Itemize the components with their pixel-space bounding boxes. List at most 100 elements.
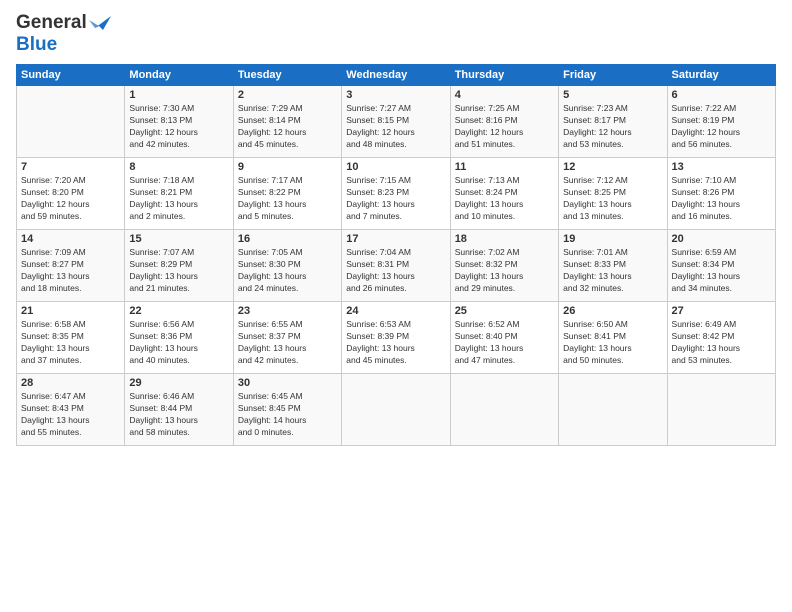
day-of-week-header: Thursday — [450, 65, 558, 86]
day-number: 7 — [21, 161, 120, 173]
calendar-week-row: 21 Sunrise: 6:58 AM Sunset: 8:35 PM Dayli… — [17, 302, 776, 374]
day-number: 27 — [672, 305, 771, 317]
day-info: Sunrise: 7:07 AM Sunset: 8:29 PM Dayligh… — [129, 247, 228, 295]
calendar-week-row: 7 Sunrise: 7:20 AM Sunset: 8:20 PM Daylig… — [17, 158, 776, 230]
calendar-cell: 29 Sunrise: 6:46 AM Sunset: 8:44 PM Dayli… — [125, 374, 233, 446]
day-number: 16 — [238, 233, 337, 245]
day-info: Sunrise: 6:52 AM Sunset: 8:40 PM Dayligh… — [455, 319, 554, 367]
calendar-cell: 20 Sunrise: 6:59 AM Sunset: 8:34 PM Dayli… — [667, 230, 775, 302]
calendar-cell: 8 Sunrise: 7:18 AM Sunset: 8:21 PM Daylig… — [125, 158, 233, 230]
calendar-cell: 11 Sunrise: 7:13 AM Sunset: 8:24 PM Dayli… — [450, 158, 558, 230]
day-of-week-header: Saturday — [667, 65, 775, 86]
day-info: Sunrise: 6:53 AM Sunset: 8:39 PM Dayligh… — [346, 319, 445, 367]
calendar-cell: 4 Sunrise: 7:25 AM Sunset: 8:16 PM Daylig… — [450, 86, 558, 158]
day-of-week-header: Wednesday — [342, 65, 450, 86]
calendar-cell: 2 Sunrise: 7:29 AM Sunset: 8:14 PM Daylig… — [233, 86, 341, 158]
calendar-page: General Blue SundayMondayTuesdayWednesda… — [0, 0, 792, 612]
day-number: 2 — [238, 89, 337, 101]
day-number: 12 — [563, 161, 662, 173]
day-number: 10 — [346, 161, 445, 173]
day-info: Sunrise: 7:29 AM Sunset: 8:14 PM Dayligh… — [238, 103, 337, 151]
calendar-cell: 9Sunrise: 7:17 AM Sunset: 8:22 PM Daylig… — [233, 158, 341, 230]
day-info: Sunrise: 6:56 AM Sunset: 8:36 PM Dayligh… — [129, 319, 228, 367]
calendar-cell — [342, 374, 450, 446]
header: General Blue — [16, 12, 776, 56]
calendar-cell — [17, 86, 125, 158]
calendar-cell: 22Sunrise: 6:56 AM Sunset: 8:36 PM Dayli… — [125, 302, 233, 374]
calendar-header-row: SundayMondayTuesdayWednesdayThursdayFrid… — [17, 65, 776, 86]
calendar-cell: 27 Sunrise: 6:49 AM Sunset: 8:42 PM Dayli… — [667, 302, 775, 374]
calendar-week-row: 1Sunrise: 7:30 AM Sunset: 8:13 PM Daylig… — [17, 86, 776, 158]
day-info: Sunrise: 7:05 AM Sunset: 8:30 PM Dayligh… — [238, 247, 337, 295]
day-of-week-header: Tuesday — [233, 65, 341, 86]
day-number: 25 — [455, 305, 554, 317]
day-number: 28 — [21, 377, 120, 389]
calendar-cell: 10 Sunrise: 7:15 AM Sunset: 8:23 PM Dayli… — [342, 158, 450, 230]
calendar-cell: 5 Sunrise: 7:23 AM Sunset: 8:17 PM Daylig… — [559, 86, 667, 158]
day-number: 9 — [238, 161, 337, 173]
calendar-cell: 16 Sunrise: 7:05 AM Sunset: 8:30 PM Dayli… — [233, 230, 341, 302]
calendar-cell: 15 Sunrise: 7:07 AM Sunset: 8:29 PM Dayli… — [125, 230, 233, 302]
day-info: Sunrise: 7:04 AM Sunset: 8:31 PM Dayligh… — [346, 247, 445, 295]
day-info: Sunrise: 6:46 AM Sunset: 8:44 PM Dayligh… — [129, 391, 228, 439]
day-info: Sunrise: 6:49 AM Sunset: 8:42 PM Dayligh… — [672, 319, 771, 367]
day-number: 11 — [455, 161, 554, 173]
day-of-week-header: Monday — [125, 65, 233, 86]
calendar-week-row: 28 Sunrise: 6:47 AM Sunset: 8:43 PM Dayli… — [17, 374, 776, 446]
calendar-cell: 23 Sunrise: 6:55 AM Sunset: 8:37 PM Dayli… — [233, 302, 341, 374]
day-number: 3 — [346, 89, 445, 101]
day-info: Sunrise: 7:27 AM Sunset: 8:15 PM Dayligh… — [346, 103, 445, 151]
calendar-cell: 24 Sunrise: 6:53 AM Sunset: 8:39 PM Dayli… — [342, 302, 450, 374]
day-info: Sunrise: 7:20 AM Sunset: 8:20 PM Dayligh… — [21, 175, 120, 223]
calendar-cell: 7 Sunrise: 7:20 AM Sunset: 8:20 PM Daylig… — [17, 158, 125, 230]
calendar-cell: 21 Sunrise: 6:58 AM Sunset: 8:35 PM Dayli… — [17, 302, 125, 374]
day-info: Sunrise: 7:15 AM Sunset: 8:23 PM Dayligh… — [346, 175, 445, 223]
calendar-cell: 3 Sunrise: 7:27 AM Sunset: 8:15 PM Daylig… — [342, 86, 450, 158]
day-info: Sunrise: 6:47 AM Sunset: 8:43 PM Dayligh… — [21, 391, 120, 439]
calendar-cell: 13Sunrise: 7:10 AM Sunset: 8:26 PM Dayli… — [667, 158, 775, 230]
day-number: 6 — [672, 89, 771, 101]
day-number: 15 — [129, 233, 228, 245]
day-info: Sunrise: 7:22 AM Sunset: 8:19 PM Dayligh… — [672, 103, 771, 151]
calendar-cell — [559, 374, 667, 446]
day-info: Sunrise: 7:01 AM Sunset: 8:33 PM Dayligh… — [563, 247, 662, 295]
calendar-cell: 30Sunrise: 6:45 AM Sunset: 8:45 PM Dayli… — [233, 374, 341, 446]
logo-bird-icon — [89, 14, 111, 32]
day-info: Sunrise: 6:58 AM Sunset: 8:35 PM Dayligh… — [21, 319, 120, 367]
day-number: 20 — [672, 233, 771, 245]
day-info: Sunrise: 7:18 AM Sunset: 8:21 PM Dayligh… — [129, 175, 228, 223]
day-number: 29 — [129, 377, 228, 389]
calendar-cell: 14Sunrise: 7:09 AM Sunset: 8:27 PM Dayli… — [17, 230, 125, 302]
calendar-cell: 18Sunrise: 7:02 AM Sunset: 8:32 PM Dayli… — [450, 230, 558, 302]
day-number: 1 — [129, 89, 228, 101]
calendar-cell: 19Sunrise: 7:01 AM Sunset: 8:33 PM Dayli… — [559, 230, 667, 302]
day-number: 8 — [129, 161, 228, 173]
calendar-cell — [667, 374, 775, 446]
calendar-table: SundayMondayTuesdayWednesdayThursdayFrid… — [16, 64, 776, 446]
day-number: 24 — [346, 305, 445, 317]
day-number: 23 — [238, 305, 337, 317]
logo-general-text: General — [16, 12, 87, 34]
day-number: 5 — [563, 89, 662, 101]
day-info: Sunrise: 6:55 AM Sunset: 8:37 PM Dayligh… — [238, 319, 337, 367]
calendar-cell: 12 Sunrise: 7:12 AM Sunset: 8:25 PM Dayli… — [559, 158, 667, 230]
day-info: Sunrise: 7:13 AM Sunset: 8:24 PM Dayligh… — [455, 175, 554, 223]
calendar-week-row: 14Sunrise: 7:09 AM Sunset: 8:27 PM Dayli… — [17, 230, 776, 302]
day-number: 26 — [563, 305, 662, 317]
day-info: Sunrise: 6:59 AM Sunset: 8:34 PM Dayligh… — [672, 247, 771, 295]
day-info: Sunrise: 7:25 AM Sunset: 8:16 PM Dayligh… — [455, 103, 554, 151]
day-of-week-header: Friday — [559, 65, 667, 86]
day-info: Sunrise: 7:12 AM Sunset: 8:25 PM Dayligh… — [563, 175, 662, 223]
day-number: 4 — [455, 89, 554, 101]
day-number: 21 — [21, 305, 120, 317]
day-number: 14 — [21, 233, 120, 245]
day-number: 17 — [346, 233, 445, 245]
day-info: Sunrise: 7:23 AM Sunset: 8:17 PM Dayligh… — [563, 103, 662, 151]
calendar-cell: 26 Sunrise: 6:50 AM Sunset: 8:41 PM Dayli… — [559, 302, 667, 374]
logo: General Blue — [16, 12, 111, 56]
day-info: Sunrise: 6:50 AM Sunset: 8:41 PM Dayligh… — [563, 319, 662, 367]
logo-blue-text: Blue — [16, 34, 57, 55]
calendar-cell — [450, 374, 558, 446]
calendar-cell: 28 Sunrise: 6:47 AM Sunset: 8:43 PM Dayli… — [17, 374, 125, 446]
day-of-week-header: Sunday — [17, 65, 125, 86]
